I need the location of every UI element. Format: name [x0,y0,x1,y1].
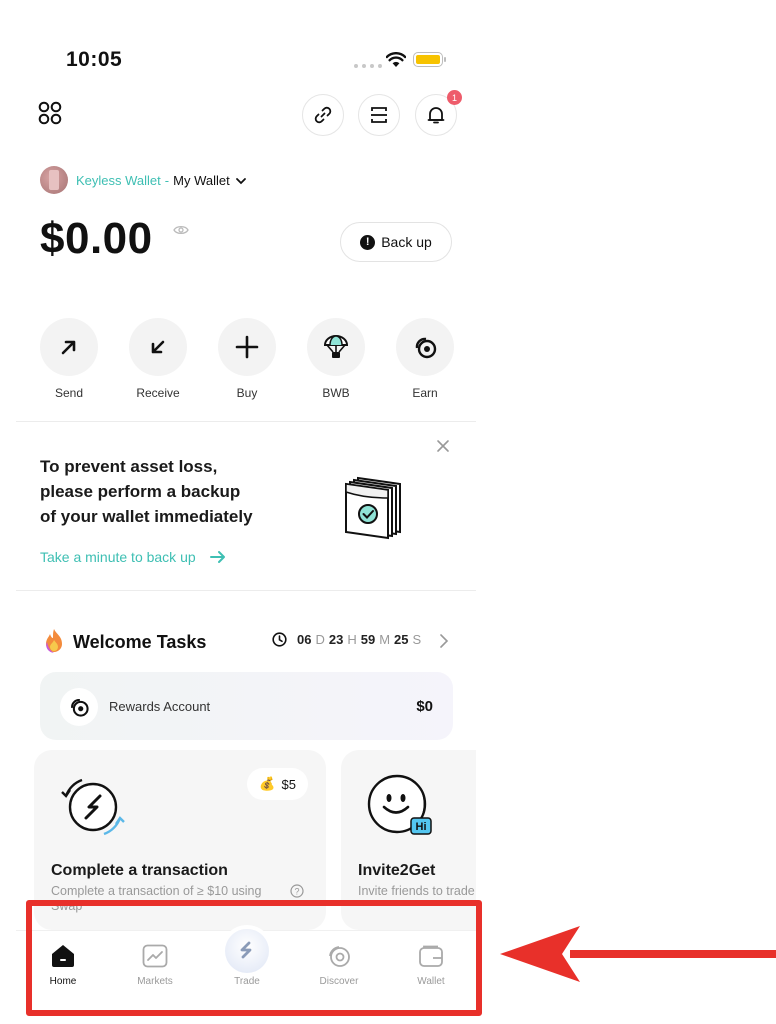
arrow-right-icon [209,551,225,563]
countdown-seconds-unit: S [412,632,422,647]
notification-badge: 1 [447,90,462,105]
countdown-minutes: 59 [360,632,376,647]
signal-dots-icon [354,64,382,68]
chevron-down-icon [235,177,246,184]
link-button[interactable] [302,94,344,136]
wallet-type-label: Keyless Wallet [76,173,161,188]
link-icon [314,106,332,124]
rewards-account-card[interactable]: Rewards Account $0 [40,672,453,740]
svg-text:Hi: Hi [416,821,427,833]
welcome-tasks-title: Welcome Tasks [73,632,207,652]
rewards-account-label: Rewards Account [109,699,211,714]
task-reward-value: $5 [281,776,296,792]
divider [16,421,476,422]
divider [16,590,476,591]
arrow-up-right-icon [61,340,76,355]
countdown-seconds: 25 [394,632,409,647]
rewards-coin-icon [60,688,98,726]
wifi-icon [385,52,407,73]
countdown-days-unit: D [315,632,325,647]
rewards-account-value: $0 [416,698,433,715]
receive-label: Receive [136,386,180,400]
task-title: Invite2Get [358,862,436,879]
highlight-box [26,900,482,1016]
countdown-days: 06 [297,632,312,647]
wallet-selector[interactable]: Keyless Wallet - My Wallet [76,173,248,188]
task-title: Complete a transaction [51,862,228,879]
bell-icon [427,107,445,124]
bwb-label: BWB [322,386,350,400]
send-button[interactable]: Send [40,318,98,400]
countdown-timer[interactable]: 06 D 23 H 59 M 25 S [272,632,421,647]
svg-text:?: ? [294,887,299,897]
buy-button[interactable]: Buy [218,318,276,400]
send-label: Send [54,386,84,400]
swap-coin-icon [60,774,126,845]
clock-icon [272,632,287,647]
earn-label: Earn [412,386,438,400]
wallet-balance: $0.00 [40,214,153,263]
task-reward-pill: 💰 $5 [247,768,308,800]
wallet-avatar[interactable] [40,166,68,194]
smiley-face-icon: Hi [367,774,433,845]
arrow-down-left-icon [151,340,165,354]
exclamation-icon: ! [360,234,376,250]
wallet-backup-illustration [344,470,408,547]
battery-icon [413,52,446,67]
parachute-icon [323,335,349,358]
backup-banner-title: To prevent asset loss, please perform a … [40,457,253,526]
scan-icon [371,107,387,123]
earn-button[interactable]: Earn [396,318,454,400]
scan-button[interactable] [358,94,400,136]
wallet-name: My Wallet [173,173,230,188]
flame-icon [42,628,66,659]
chevron-right-icon[interactable] [439,634,449,653]
earn-coin-icon [415,337,437,359]
apps-menu-icon[interactable] [38,101,62,130]
buy-label: Buy [236,386,258,400]
bwb-button[interactable]: BWB [307,318,365,400]
countdown-minutes-unit: M [379,632,391,647]
backup-button-label: Back up [381,234,432,250]
task-description: Invite friends to trade [358,884,475,898]
countdown-hours-unit: H [347,632,357,647]
countdown-hours: 23 [328,632,344,647]
receive-button[interactable]: Receive [129,318,187,400]
close-icon[interactable] [436,439,450,458]
backup-link[interactable]: Take a minute to back up [40,549,226,565]
highlight-arrow [500,924,776,989]
wallet-separator: - [164,173,170,188]
backup-button[interactable]: ! Back up [340,222,452,262]
eye-icon[interactable] [173,223,189,241]
backup-link-label: Take a minute to back up [40,549,196,565]
plus-icon [235,335,259,359]
money-bag-icon: 💰 [259,776,276,791]
status-time: 10:05 [66,48,123,71]
